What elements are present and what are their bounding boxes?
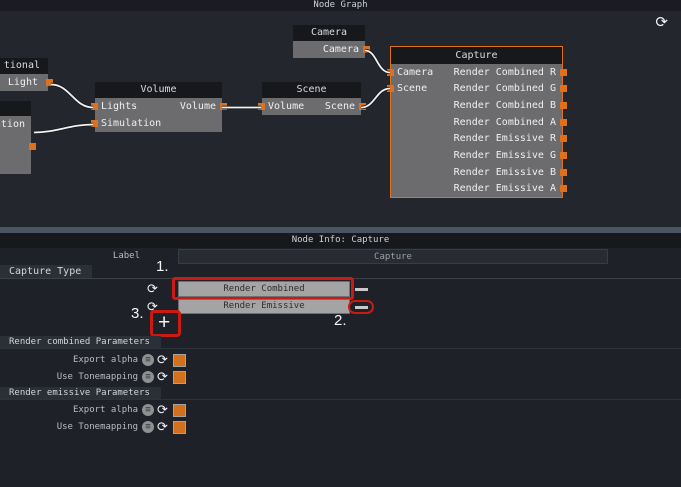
wire-scene-to-capture[interactable] <box>360 87 391 109</box>
use-tonemapping-checkbox[interactable] <box>173 370 186 384</box>
refresh-icon[interactable]: ⟳ <box>157 353 168 368</box>
wire-light-to-lights[interactable] <box>50 83 94 109</box>
annotation-number-1: 1. <box>156 258 169 275</box>
remove-entry-button[interactable] <box>355 288 368 291</box>
node-info-titlebar: Node Info: Capture <box>0 233 681 248</box>
node-graph-titlebar: Node Graph <box>0 0 681 11</box>
annotation-box-3 <box>150 310 181 337</box>
node-graph-title: Node Graph <box>313 0 368 10</box>
export-alpha-checkbox[interactable] <box>173 353 186 367</box>
node-info-panel: Label Capture Type 1. ⟳ Render Combined … <box>0 248 681 487</box>
wire-simulation-to-volume[interactable] <box>33 123 94 134</box>
section-tab-render-combined[interactable]: Render combined Parameters <box>0 336 161 348</box>
use-tonemapping-checkbox[interactable] <box>173 420 186 434</box>
menu-circle-icon[interactable]: ≡ <box>142 354 154 366</box>
label-input[interactable] <box>178 249 608 264</box>
param-label: Export alpha <box>72 405 138 415</box>
menu-circle-icon[interactable]: ≡ <box>142 404 154 416</box>
param-label: Use Tonemapping <box>56 372 138 382</box>
menu-circle-icon[interactable]: ≡ <box>142 421 154 433</box>
wire-camera-to-capture[interactable] <box>364 49 391 74</box>
section-divider <box>0 399 681 400</box>
capture-type-entry-2[interactable]: Render Emissive <box>178 299 350 314</box>
param-label: Export alpha <box>72 355 138 365</box>
section-tab-render-emissive[interactable]: Render emissive Parameters <box>0 387 161 399</box>
section-divider <box>0 348 681 349</box>
node-graph-canvas[interactable]: ⟳ tional Light ation Camera <box>0 11 681 227</box>
section-tab-capture-type[interactable]: Capture Type <box>0 265 93 278</box>
label-field-caption: Label <box>112 251 140 261</box>
refresh-icon[interactable]: ⟳ <box>147 282 158 297</box>
annotation-oval-2 <box>348 300 374 314</box>
annotation-number-2: 2. <box>334 312 347 329</box>
application-window: Node Graph ⟳ tional Light ation <box>0 0 681 487</box>
export-alpha-checkbox[interactable] <box>173 403 186 417</box>
annotation-number-3: 3. <box>131 305 144 322</box>
refresh-icon[interactable]: ⟳ <box>157 370 168 385</box>
annotation-box-1 <box>172 277 354 300</box>
refresh-icon[interactable]: ⟳ <box>157 403 168 418</box>
refresh-icon[interactable]: ⟳ <box>157 420 168 435</box>
menu-circle-icon[interactable]: ≡ <box>142 371 154 383</box>
node-info-title: Node Info: Capture <box>291 235 390 245</box>
param-label: Use Tonemapping <box>56 422 138 432</box>
wire-layer <box>33 48 391 135</box>
